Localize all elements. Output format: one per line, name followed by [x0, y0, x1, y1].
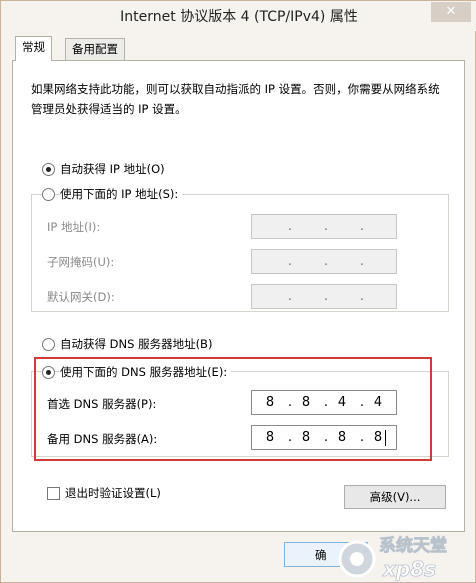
manual-dns-radio[interactable]: [42, 366, 55, 379]
title-bar: Internet 协议版本 4 (TCP/IPv4) 属性 ✕: [1, 1, 476, 31]
alternate-dns-octet-4: 8: [373, 430, 383, 445]
ip-address-label: IP 地址(I):: [47, 220, 101, 234]
alternate-dns-octet-2: 8: [301, 430, 311, 445]
watermark-title: 系统天堂: [379, 535, 447, 556]
manual-ip-label: 使用下面的 IP 地址(S):: [60, 186, 183, 202]
manual-ip-radio[interactable]: [42, 188, 55, 201]
auto-dns-radio[interactable]: [42, 338, 55, 351]
close-button[interactable]: ✕: [431, 2, 471, 22]
preferred-dns-octet-2: 8: [301, 395, 311, 410]
manual-dns-label: 使用下面的 DNS 服务器地址(E):: [60, 364, 232, 380]
ok-button-label: 确: [315, 548, 327, 562]
subnet-mask-input[interactable]: ...: [251, 249, 397, 274]
preferred-dns-octet-3: 4: [337, 395, 347, 410]
alternate-dns-octet-3: 8: [337, 430, 347, 445]
default-gateway-label: 默认网关(D):: [47, 290, 115, 304]
advanced-button[interactable]: 高级(V)...: [344, 485, 446, 509]
text-cursor: [385, 430, 386, 446]
default-gateway-input[interactable]: ...: [251, 284, 397, 309]
subnet-mask-label: 子网掩码(U):: [47, 255, 115, 269]
alternate-dns-octet-1: 8: [265, 430, 275, 445]
ip-address-input[interactable]: ...: [251, 214, 397, 239]
preferred-dns-label: 首选 DNS 服务器(P):: [47, 397, 157, 411]
alternate-dns-input[interactable]: 8 . 8 . 8 . 8: [251, 425, 397, 450]
general-panel: 如果网络支持此功能，则可以获取自动指派的 IP 设置。否则，你需要从网络系统管理…: [12, 60, 465, 532]
preferred-dns-octet-1: 8: [265, 395, 275, 410]
site-watermark-logo: 系统天堂 xp8s: [331, 529, 476, 583]
properties-dialog: Internet 协议版本 4 (TCP/IPv4) 属性 ✕ 常规 备用配置 …: [0, 0, 476, 583]
auto-ip-radio[interactable]: [42, 163, 55, 176]
tab-general[interactable]: 常规: [15, 36, 52, 61]
auto-dns-label: 自动获得 DNS 服务器地址(B): [60, 337, 213, 351]
preferred-dns-input[interactable]: 8 . 8 . 4 . 4: [251, 390, 397, 415]
validate-on-exit-label: 退出时验证设置(L): [65, 486, 161, 500]
preferred-dns-octet-4: 4: [373, 395, 383, 410]
watermark-subtitle: xp8s: [382, 557, 436, 581]
window-title: Internet 协议版本 4 (TCP/IPv4) 属性: [120, 9, 358, 25]
tab-alternate-config[interactable]: 备用配置: [65, 38, 125, 60]
description-text: 如果网络支持此功能，则可以获取自动指派的 IP 设置。否则，你需要从网络系统管理…: [31, 82, 440, 116]
validate-on-exit-checkbox[interactable]: [47, 487, 60, 500]
alternate-dns-label: 备用 DNS 服务器(A):: [47, 432, 158, 446]
auto-ip-label: 自动获得 IP 地址(O): [60, 162, 165, 176]
